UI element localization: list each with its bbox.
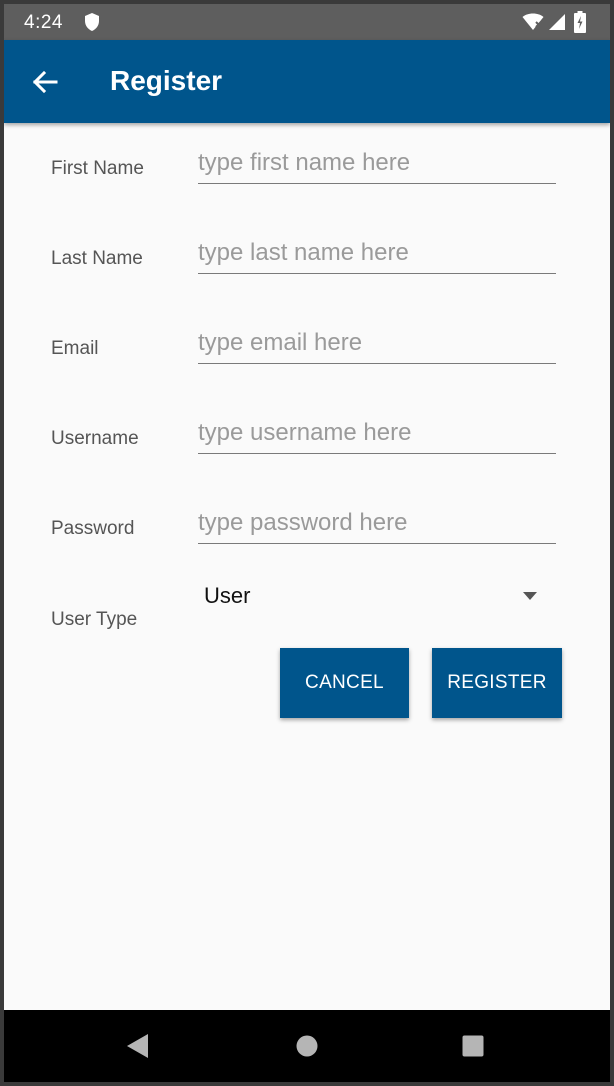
first-name-input[interactable] [198,143,556,184]
home-circle-icon[interactable] [296,1035,318,1057]
email-input[interactable] [198,323,556,364]
password-label: Password [51,518,135,539]
register-button[interactable]: REGISTER [432,648,562,718]
password-input[interactable] [198,503,556,544]
email-label: Email [51,338,99,359]
username-label: Username [51,428,139,449]
caret-down-icon [523,592,537,600]
arrow-left-icon [32,70,58,94]
status-time: 4:24 [24,12,63,33]
page-title: Register [110,65,223,96]
back-button[interactable] [26,62,66,102]
status-bar: 4:24 [4,4,610,40]
user-type-value: User [204,583,251,608]
battery-icon [574,11,586,33]
last-name-label: Last Name [51,248,143,269]
phone-screen: 4:24 Register First Name Last Name [4,4,610,1082]
signal-icon [549,14,565,30]
username-input[interactable] [198,413,556,454]
wifi-icon [522,13,544,30]
user-type-label: User Type [51,609,138,630]
app-bar: Register [4,40,610,123]
user-type-select[interactable]: User [198,576,550,616]
navigation-bar [4,1010,610,1082]
back-triangle-icon[interactable] [126,1033,150,1059]
first-name-label: First Name [51,158,144,179]
recents-square-icon[interactable] [462,1035,484,1057]
shield-icon [85,13,99,31]
cancel-button[interactable]: CANCEL [280,648,409,718]
last-name-input[interactable] [198,233,556,274]
